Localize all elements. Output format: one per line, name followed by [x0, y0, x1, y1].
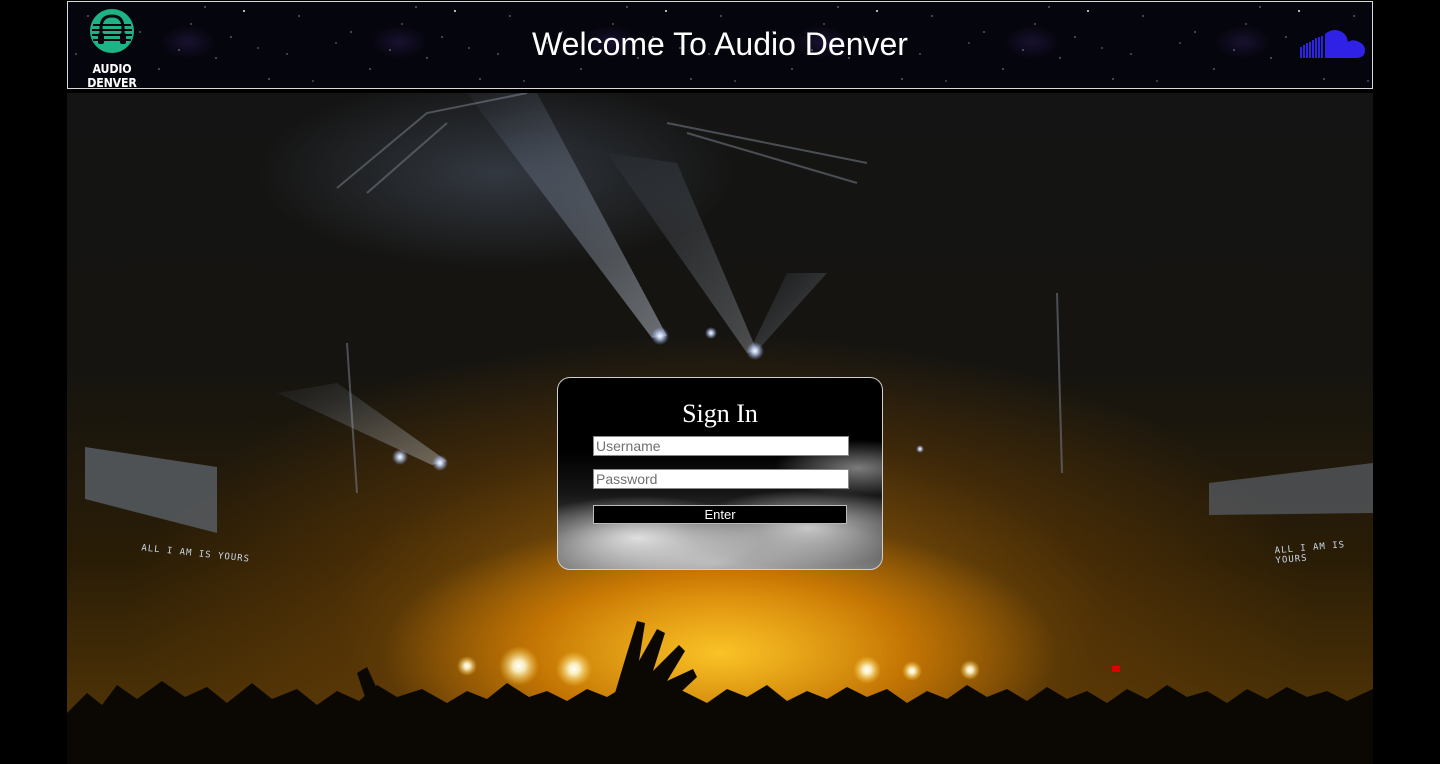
- sign-in-title: Sign In: [682, 399, 758, 428]
- enter-button[interactable]: Enter: [593, 505, 847, 524]
- page-frame: AUDIO DENVER Welcome To Audio Denver ALL…: [67, 0, 1373, 764]
- soundcloud-icon[interactable]: [1299, 28, 1367, 62]
- page-title: Welcome To Audio Denver: [532, 26, 908, 62]
- site-header: AUDIO DENVER Welcome To Audio Denver: [67, 1, 1373, 90]
- password-input[interactable]: [593, 469, 849, 489]
- sign-in-panel: Sign In Enter: [557, 377, 883, 570]
- username-input[interactable]: [593, 436, 849, 456]
- logo-text: AUDIO DENVER: [87, 62, 137, 90]
